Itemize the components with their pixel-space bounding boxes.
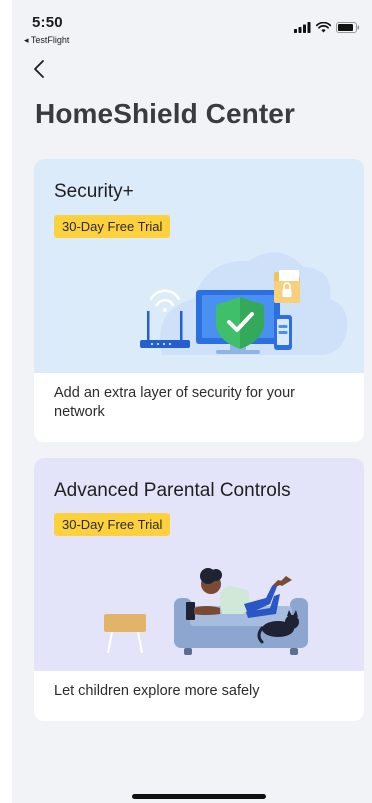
home-indicator[interactable] [132, 794, 266, 799]
card-hero: Security+ 30-Day Free Trial [34, 159, 364, 373]
battery-icon [336, 22, 360, 33]
card-description: Add an extra layer of security for your … [54, 385, 295, 420]
cellular-signal-icon [294, 22, 311, 33]
chevron-left-icon [30, 60, 52, 84]
status-time: 5:50 [32, 14, 63, 31]
back-to-testflight-link[interactable]: ◂ TestFlight [24, 35, 69, 46]
wifi-icon [316, 22, 331, 33]
back-button[interactable] [30, 58, 52, 80]
security-illustration [140, 252, 348, 355]
left-edge [0, 0, 12, 803]
status-icons [294, 22, 360, 33]
parental-controls-illustration [104, 568, 308, 655]
page-title: HomeShield Center [35, 98, 295, 129]
security-plus-card[interactable]: Security+ 30-Day Free Trial Add an extra… [34, 159, 364, 442]
card-hero: Advanced Parental Controls 30-Day Free T… [34, 458, 364, 671]
status-bar: 5:50 ◂ TestFlight [0, 0, 372, 48]
parental-controls-card[interactable]: Advanced Parental Controls 30-Day Free T… [34, 458, 364, 721]
card-description: Let children explore more safely [54, 683, 260, 699]
